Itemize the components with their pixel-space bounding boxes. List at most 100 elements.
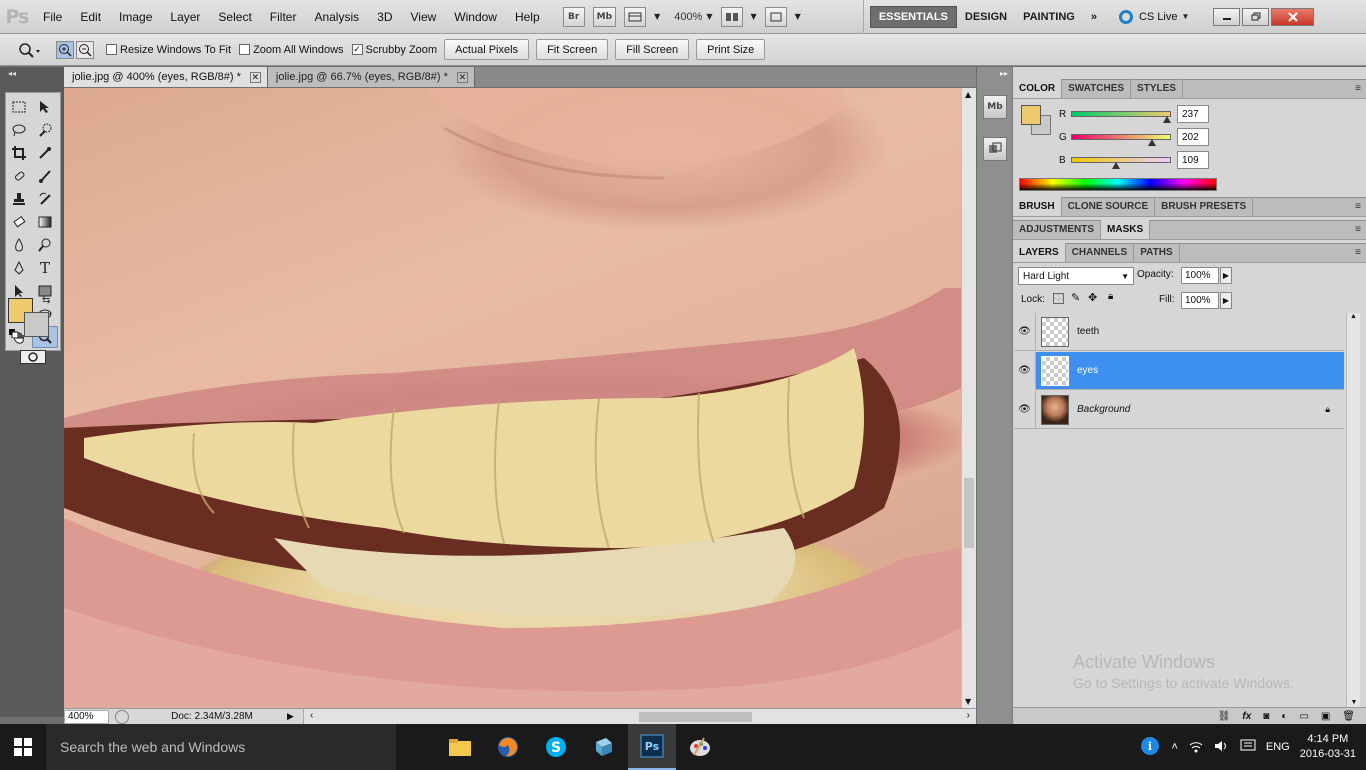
zoom-out-button[interactable] <box>76 40 94 59</box>
gradient-tool-icon[interactable] <box>32 211 58 233</box>
dodge-tool-icon[interactable] <box>32 234 58 256</box>
minimize-button[interactable] <box>1213 7 1241 26</box>
default-colors-icon[interactable] <box>9 328 19 339</box>
file-explorer-button[interactable] <box>436 724 484 770</box>
menu-file[interactable]: File <box>34 10 71 24</box>
menu-filter[interactable]: Filter <box>261 10 306 24</box>
zoom-all-box[interactable] <box>239 44 251 55</box>
more-workspaces-icon[interactable]: » <box>1083 6 1105 28</box>
clone-stamp-tool-icon[interactable] <box>6 188 32 210</box>
type-tool-icon[interactable]: T <box>32 257 58 279</box>
scroll-down-icon[interactable]: ▼ <box>965 697 971 706</box>
color-spectrum-ramp[interactable] <box>1019 178 1217 191</box>
crop-tool-icon[interactable] <box>6 142 32 164</box>
canvas-horizontal-scrollbar[interactable]: ‹ › <box>303 708 976 725</box>
restore-button[interactable] <box>1242 7 1270 26</box>
panel-menu-icon[interactable]: ≡ <box>1355 224 1361 235</box>
pen-tool-icon[interactable] <box>6 257 32 279</box>
green-slider[interactable] <box>1071 134 1171 140</box>
input-language[interactable]: ENG <box>1266 741 1290 753</box>
opacity-slider-icon[interactable]: ▶ <box>1220 267 1232 284</box>
taskbar-clock[interactable]: 4:14 PM 2016-03-31 <box>1300 732 1356 762</box>
scroll-right-icon[interactable]: › <box>967 710 970 721</box>
green-value-input[interactable]: 202 <box>1177 128 1209 146</box>
menu-edit[interactable]: Edit <box>71 10 110 24</box>
swap-colors-icon[interactable]: ⇆ <box>42 295 50 306</box>
tab-brush[interactable]: BRUSH <box>1013 197 1062 216</box>
mini-bridge-panel-button[interactable]: Mb <box>983 95 1007 119</box>
scrubby-zoom-box[interactable]: ✓ <box>351 44 363 55</box>
layers-scroll-up-icon[interactable]: ▲ <box>1347 313 1360 320</box>
show-hidden-icons-icon[interactable]: ˄ <box>1171 741 1177 753</box>
layer-name[interactable]: teeth <box>1077 326 1099 337</box>
collapse-tools-icon[interactable]: ◂◂ <box>8 69 16 78</box>
scroll-left-icon[interactable]: ‹ <box>310 710 313 721</box>
healing-brush-tool-icon[interactable] <box>6 165 32 187</box>
taskbar-search-box[interactable]: Search the web and Windows <box>46 724 396 770</box>
lock-transparency-icon[interactable] <box>1053 293 1064 304</box>
fill-slider-icon[interactable]: ▶ <box>1220 292 1232 309</box>
layers-scrollbar[interactable]: ▲ ▼ <box>1346 313 1360 708</box>
document-canvas[interactable] <box>64 88 961 708</box>
lock-position-icon[interactable]: ✥ <box>1088 291 1097 304</box>
eyedropper-tool-icon[interactable] <box>32 142 58 164</box>
photoshop-taskbar-button[interactable]: Ps <box>628 724 676 770</box>
link-layers-icon[interactable]: ⛓︎ <box>1218 711 1231 722</box>
resize-windows-checkbox[interactable]: Resize Windows To Fit <box>106 44 231 56</box>
scrubby-zoom-checkbox[interactable]: ✓ Scrubby Zoom <box>351 44 437 56</box>
close-button[interactable] <box>1271 7 1315 26</box>
status-info-icon[interactable] <box>115 709 129 724</box>
view-extras-button[interactable] <box>624 6 647 27</box>
tab-swatches[interactable]: SWATCHES <box>1062 79 1132 98</box>
status-menu-arrow-icon[interactable]: ▶ <box>287 711 299 722</box>
blur-tool-icon[interactable] <box>6 234 32 256</box>
resize-windows-box[interactable] <box>106 44 117 55</box>
menu-analysis[interactable]: Analysis <box>305 10 368 24</box>
move-tool-icon[interactable] <box>32 96 58 118</box>
menu-image[interactable]: Image <box>110 10 161 24</box>
action-center-icon[interactable] <box>1240 739 1256 756</box>
blue-value-input[interactable]: 109 <box>1177 151 1209 169</box>
workspace-painting[interactable]: PAINTING <box>1015 6 1083 28</box>
expand-dock-icon[interactable]: ▸▸ <box>1000 69 1008 78</box>
tab-channels[interactable]: CHANNELS <box>1066 243 1135 262</box>
menu-view[interactable]: View <box>401 10 445 24</box>
tab-color[interactable]: COLOR <box>1013 79 1063 98</box>
menu-help[interactable]: Help <box>506 10 549 24</box>
marquee-tool-icon[interactable] <box>6 96 32 118</box>
app-button-cube[interactable] <box>580 724 628 770</box>
tab-brush-presets[interactable]: BRUSH PRESETS <box>1155 197 1254 216</box>
brush-tool-icon[interactable] <box>32 165 58 187</box>
layer-row-background[interactable]: 👁︎ Background 🔒︎ <box>1014 390 1344 429</box>
menu-select[interactable]: Select <box>209 10 260 24</box>
lasso-tool-icon[interactable] <box>6 119 32 141</box>
menu-window[interactable]: Window <box>445 10 506 24</box>
document-tab-400[interactable]: jolie.jpg @ 400% (eyes, RGB/8#) * ✕ <box>64 67 268 87</box>
opacity-input[interactable]: 100% <box>1181 267 1219 284</box>
tab-styles[interactable]: STYLES <box>1131 79 1183 98</box>
tab-masks[interactable]: MASKS <box>1101 220 1151 239</box>
layer-style-icon[interactable]: fx <box>1242 711 1251 722</box>
panel-menu-icon[interactable]: ≡ <box>1355 83 1361 94</box>
actual-pixels-button[interactable]: Actual Pixels <box>444 39 530 60</box>
fill-screen-button[interactable]: Fill Screen <box>615 39 690 60</box>
red-slider-knob[interactable] <box>1163 116 1171 123</box>
scroll-up-icon[interactable]: ▲ <box>965 90 971 99</box>
tool-preset-picker[interactable] <box>14 42 44 58</box>
firefox-button[interactable] <box>484 724 532 770</box>
volume-icon[interactable] <box>1214 739 1230 756</box>
bridge-button[interactable]: Br <box>562 6 585 27</box>
start-button[interactable] <box>0 724 46 770</box>
green-slider-knob[interactable] <box>1148 139 1156 146</box>
fit-screen-button[interactable]: Fit Screen <box>536 39 609 60</box>
tab-adjustments[interactable]: ADJUSTMENTS <box>1013 220 1102 239</box>
panel-menu-icon[interactable]: ≡ <box>1355 201 1361 212</box>
blue-slider[interactable] <box>1071 157 1171 163</box>
layers-scroll-down-icon[interactable]: ▼ <box>1347 699 1361 706</box>
layer-row-eyes[interactable]: 👁︎ eyes <box>1014 351 1344 390</box>
vertical-scroll-thumb[interactable] <box>964 478 974 548</box>
network-icon[interactable] <box>1188 739 1204 756</box>
adjustment-layer-icon[interactable]: ◐ <box>1281 711 1287 722</box>
eraser-tool-icon[interactable] <box>6 211 32 233</box>
blue-slider-knob[interactable] <box>1112 162 1120 169</box>
